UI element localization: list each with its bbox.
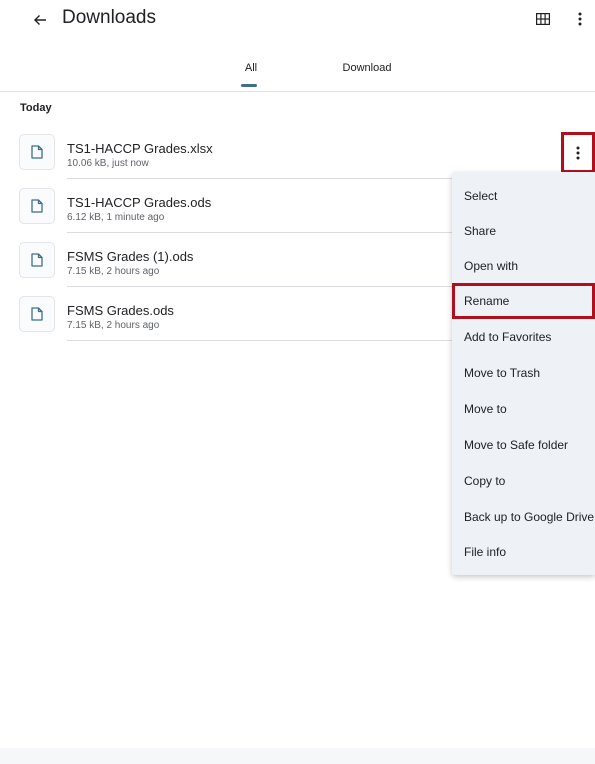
menu-item-share[interactable]: Share (452, 213, 595, 249)
file-name: FSMS Grades (1).ods (67, 249, 194, 264)
tab-indicator (241, 84, 257, 87)
back-button[interactable] (26, 6, 54, 34)
menu-item-open-with[interactable]: Open with (452, 248, 595, 284)
bottom-bar (0, 748, 595, 764)
more-vert-icon (578, 12, 582, 26)
file-icon (19, 296, 55, 332)
more-options-button[interactable] (570, 7, 590, 31)
tab-download[interactable]: Download (330, 62, 404, 74)
file-icon (19, 188, 55, 224)
menu-item-move-to-trash[interactable]: Move to Trash (452, 355, 595, 391)
menu-item-copy-to[interactable]: Copy to (452, 463, 595, 499)
context-menu: Select Share Open with Rename Add to Fav… (452, 172, 595, 575)
page-title: Downloads (62, 7, 156, 28)
file-meta: 10.06 kB, just now (67, 158, 149, 169)
file-more-options-button[interactable] (561, 132, 595, 173)
menu-item-move-to[interactable]: Move to (452, 391, 595, 427)
menu-item-back-up-to-google-drive[interactable]: Back up to Google Drive (452, 499, 595, 535)
file-icon (19, 242, 55, 278)
arrow-left-icon (34, 15, 46, 25)
file-name: FSMS Grades.ods (67, 303, 174, 318)
grid-view-icon (536, 13, 550, 25)
file-meta: 7.15 kB, 2 hours ago (67, 320, 160, 331)
app-bar: Downloads (0, 0, 595, 40)
section-label-today: Today (20, 102, 52, 114)
file-icon (19, 134, 55, 170)
file-name: TS1-HACCP Grades.xlsx (67, 141, 213, 156)
grid-view-button[interactable] (532, 8, 554, 30)
file-meta: 7.15 kB, 2 hours ago (67, 266, 160, 277)
menu-item-add-to-favorites[interactable]: Add to Favorites (452, 319, 595, 355)
more-vert-icon (576, 146, 580, 159)
menu-item-select[interactable]: Select (452, 178, 595, 214)
document-icon (31, 145, 43, 159)
menu-item-move-to-safe-folder[interactable]: Move to Safe folder (452, 427, 595, 463)
document-icon (31, 253, 43, 267)
tab-bar: All Download (0, 52, 595, 92)
document-icon (31, 307, 43, 321)
document-icon (31, 199, 43, 213)
menu-item-rename[interactable]: Rename (452, 283, 595, 319)
file-row[interactable]: TS1-HACCP Grades.xlsx 10.06 kB, just now (0, 125, 595, 179)
file-name: TS1-HACCP Grades.ods (67, 195, 212, 210)
menu-item-file-info[interactable]: File info (452, 534, 595, 570)
tab-all[interactable]: All (237, 62, 265, 74)
file-meta: 6.12 kB, 1 minute ago (67, 212, 165, 223)
